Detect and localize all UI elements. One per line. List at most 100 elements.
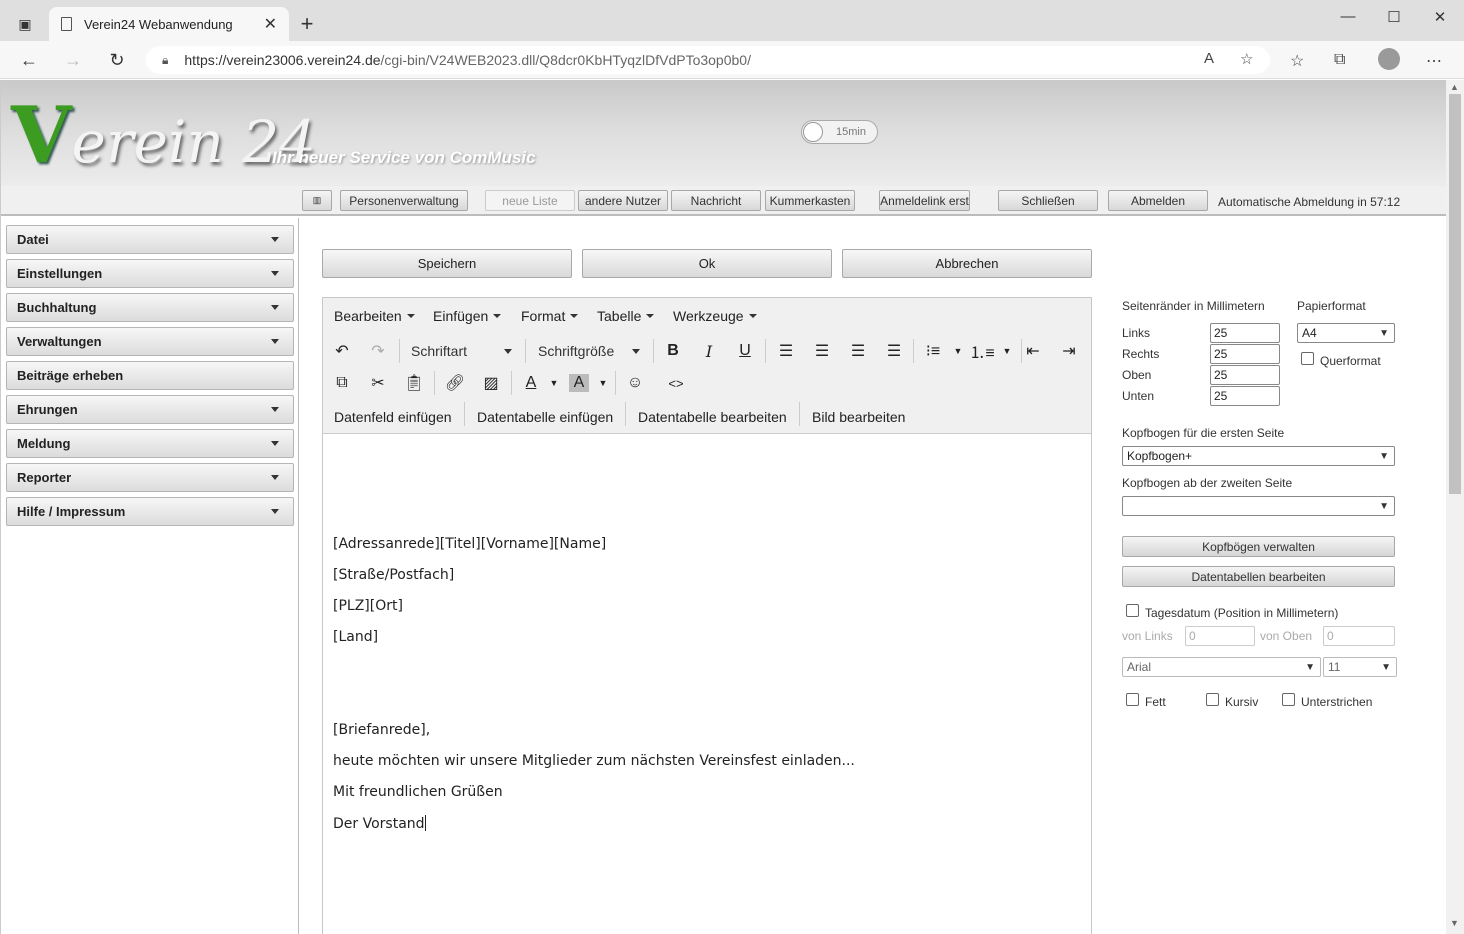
align-left-icon[interactable]: ☰: [773, 339, 799, 363]
timer-toggle[interactable]: 15min: [801, 120, 878, 144]
tab-actions-icon[interactable]: ▣: [10, 10, 40, 38]
underline-icon[interactable]: U: [732, 339, 758, 363]
page-scrollbar[interactable]: ▲ ▼: [1446, 80, 1464, 934]
maximize-icon[interactable]: ☐: [1379, 8, 1409, 26]
font-family-select[interactable]: Schriftart: [411, 343, 515, 359]
paper-format-title: Papierformat: [1297, 299, 1366, 313]
menu-einfuegen[interactable]: Einfügen: [433, 308, 502, 324]
back-icon[interactable]: ←: [15, 47, 43, 73]
emoji-icon[interactable]: ☺: [622, 371, 648, 395]
kummerkasten-button[interactable]: Kummerkasten: [765, 190, 855, 211]
menu-toggle-button[interactable]: ▥: [302, 190, 332, 211]
from-top-input[interactable]: 0: [1323, 626, 1395, 646]
align-center-icon[interactable]: ☰: [809, 339, 835, 363]
url-field[interactable]: 🔒︎ https://verein23006.verein24.de/cgi-b…: [146, 46, 1270, 74]
landscape-checkbox[interactable]: [1301, 352, 1314, 365]
browser-tab[interactable]: Verein24 Webanwendung ✕: [49, 7, 289, 41]
italic-checkbox[interactable]: [1206, 693, 1219, 706]
sidebar-item-ehrungen[interactable]: Ehrungen: [6, 395, 294, 424]
letterhead-second-select[interactable]: ▼: [1122, 496, 1395, 516]
chevron-down-icon[interactable]: ▼: [945, 339, 971, 363]
source-code-icon[interactable]: <>: [663, 371, 689, 395]
datenfeld-einfuegen-button[interactable]: Datenfeld einfügen: [334, 409, 452, 425]
scrollbar-thumb[interactable]: [1449, 94, 1461, 494]
close-window-icon[interactable]: ✕: [1425, 8, 1455, 26]
new-tab-icon[interactable]: +: [295, 10, 319, 38]
forward-icon[interactable]: →: [59, 47, 87, 73]
align-right-icon[interactable]: ☰: [845, 339, 871, 363]
letterhead-first-select[interactable]: Kopfbogen+ ▼: [1122, 446, 1395, 466]
chevron-down-icon[interactable]: ▼: [994, 339, 1020, 363]
margin-left-input[interactable]: 25: [1210, 323, 1280, 343]
undo-icon[interactable]: ↶: [329, 339, 355, 363]
date-size-select[interactable]: 11 ▼: [1323, 657, 1397, 677]
bullet-list-icon[interactable]: ⁝≡: [920, 339, 946, 363]
favorites-icon[interactable]: ☆: [1290, 51, 1304, 71]
favorite-add-icon[interactable]: ☆: [1240, 50, 1253, 68]
bild-bearbeiten-button[interactable]: Bild bearbeiten: [812, 409, 905, 425]
bold-checkbox[interactable]: [1126, 693, 1139, 706]
chevron-down-icon[interactable]: ▼: [541, 371, 567, 395]
sidebar-item-beitraege[interactable]: Beiträge erheben: [6, 361, 294, 390]
read-aloud-icon[interactable]: A: [1204, 50, 1214, 67]
sidebar-item-hilfe[interactable]: Hilfe / Impressum: [6, 497, 294, 526]
anmeldelink-button[interactable]: Anmeldelink erst: [879, 190, 970, 211]
copy-icon[interactable]: ⧉: [329, 371, 355, 395]
background-color-icon[interactable]: A: [569, 374, 589, 392]
scroll-up-icon[interactable]: ▲: [1450, 82, 1459, 92]
indent-icon[interactable]: ⇥: [1056, 339, 1082, 363]
close-tab-icon[interactable]: ✕: [264, 14, 277, 34]
sidebar-item-reporter[interactable]: Reporter: [6, 463, 294, 492]
page-icon: [61, 17, 72, 31]
menu-tabelle[interactable]: Tabelle: [597, 308, 655, 324]
manage-letterheads-button[interactable]: Kopfbögen verwalten: [1122, 536, 1395, 557]
collections-icon[interactable]: ⧉: [1334, 51, 1345, 69]
font-size-select[interactable]: Schriftgröße: [538, 343, 644, 359]
image-icon[interactable]: ▨: [478, 371, 504, 395]
sidebar-item-buchhaltung[interactable]: Buchhaltung: [6, 293, 294, 322]
date-checkbox[interactable]: [1126, 604, 1139, 617]
more-icon[interactable]: ⋯: [1426, 51, 1442, 71]
editor-line: heute möchten wir unsere Mitglieder zum …: [333, 753, 855, 769]
edit-datatables-button[interactable]: Datentabellen bearbeiten: [1122, 566, 1395, 587]
profile-avatar[interactable]: [1378, 48, 1400, 70]
date-font-select[interactable]: Arial ▼: [1122, 657, 1321, 677]
save-button[interactable]: Speichern: [322, 249, 572, 278]
abmelden-button[interactable]: Abmelden: [1108, 190, 1208, 211]
outdent-icon[interactable]: ⇤: [1020, 339, 1046, 363]
italic-icon[interactable]: I: [696, 339, 722, 363]
schliessen-button[interactable]: Schließen: [998, 190, 1098, 211]
margin-top-input[interactable]: 25: [1210, 365, 1280, 385]
personenverwaltung-button[interactable]: Personenverwaltung: [340, 190, 468, 211]
bold-icon[interactable]: B: [660, 339, 686, 363]
minimize-icon[interactable]: —: [1333, 8, 1363, 25]
numbered-list-icon[interactable]: ⒈≡: [969, 339, 995, 363]
redo-icon[interactable]: ↷: [365, 339, 391, 363]
andere-nutzer-button[interactable]: andere Nutzer: [578, 190, 668, 211]
sidebar-item-einstellungen[interactable]: Einstellungen: [6, 259, 294, 288]
link-icon[interactable]: 🔗︎: [442, 371, 468, 395]
sidebar-item-meldung[interactable]: Meldung: [6, 429, 294, 458]
menu-format[interactable]: Format: [521, 308, 579, 324]
from-left-input[interactable]: 0: [1185, 626, 1255, 646]
paste-icon[interactable]: 📋︎: [401, 371, 427, 395]
cut-icon[interactable]: ✂: [365, 371, 391, 395]
menu-werkzeuge[interactable]: Werkzeuge: [673, 308, 757, 324]
chevron-down-icon[interactable]: ▼: [590, 371, 616, 395]
neue-liste-button[interactable]: neue Liste: [485, 190, 575, 211]
sidebar-item-datei[interactable]: Datei: [6, 225, 294, 254]
paper-format-select[interactable]: A4 ▼: [1297, 323, 1395, 343]
cancel-button[interactable]: Abbrechen: [842, 249, 1092, 278]
menu-bearbeiten[interactable]: Bearbeiten: [334, 308, 415, 324]
margin-right-input[interactable]: 25: [1210, 344, 1280, 364]
datentabelle-einfuegen-button[interactable]: Datentabelle einfügen: [477, 409, 613, 425]
sidebar-item-verwaltungen[interactable]: Verwaltungen: [6, 327, 294, 356]
underline-checkbox[interactable]: [1282, 693, 1295, 706]
scroll-down-icon[interactable]: ▼: [1450, 918, 1459, 928]
margin-bottom-input[interactable]: 25: [1210, 386, 1280, 406]
ok-button[interactable]: Ok: [582, 249, 832, 278]
align-justify-icon[interactable]: ☰: [881, 339, 907, 363]
nachricht-button[interactable]: Nachricht: [671, 190, 761, 211]
reload-icon[interactable]: ↻: [103, 47, 131, 73]
datentabelle-bearbeiten-button[interactable]: Datentabelle bearbeiten: [638, 409, 787, 425]
